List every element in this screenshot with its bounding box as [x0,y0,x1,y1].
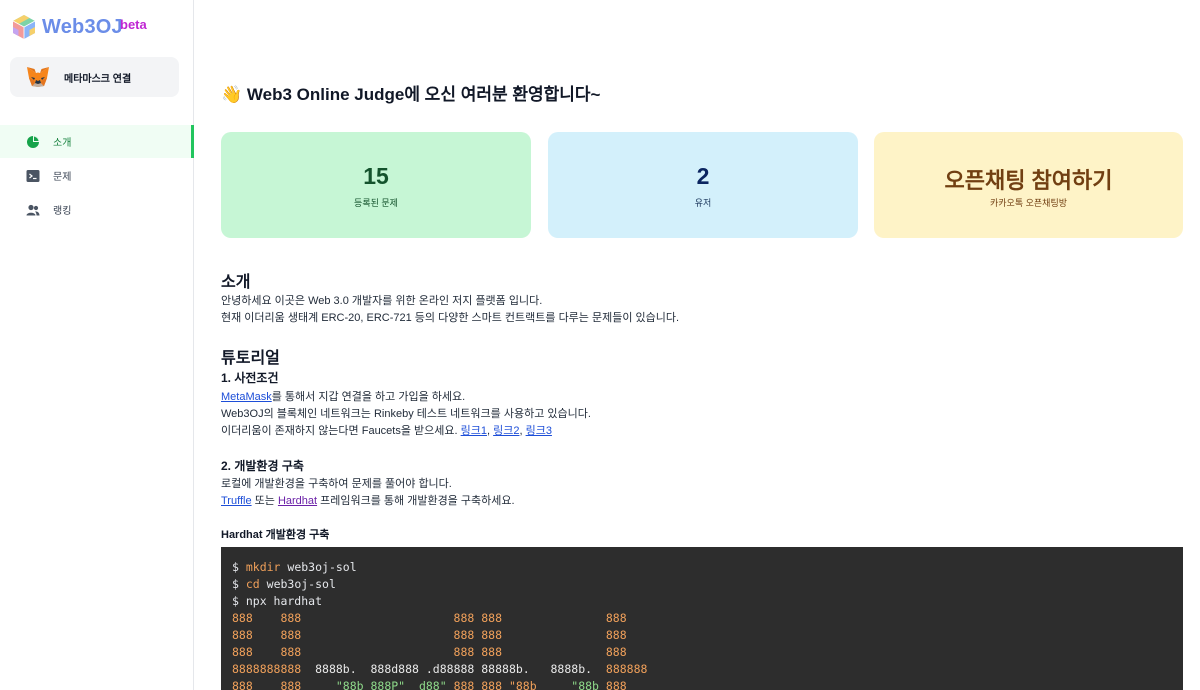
beta-badge: beta [120,17,147,32]
code-block[interactable]: $ mkdir web3oj-sol $ cd web3oj-sol $ npx… [221,547,1183,690]
faucet-link-2[interactable]: 링크2 [493,425,519,437]
open-chat-card[interactable]: 오픈채팅 참여하기 카카오톡 오픈채팅방 [874,132,1183,238]
stat-value: 15 [363,163,389,189]
terminal-icon [26,169,40,183]
faucet-link-1[interactable]: 링크1 [461,425,487,437]
code-arg: web3oj-sol [259,577,336,591]
page-title: 👋 Web3 Online Judge에 오신 여러분 환영합니다~ [221,85,601,104]
intro-line-2: 현재 이더리움 생태계 ERC-20, ERC-721 등의 다양한 스마트 컨… [221,312,680,324]
code-art: "88b [571,679,599,690]
code-keyword: cd [245,577,260,591]
stat-label: 유저 [694,198,712,208]
sidebar-item-label: 소개 [53,138,72,149]
code-line: $ npx hardhat [232,594,323,608]
faucet-link-3[interactable]: 링크3 [526,425,552,437]
code-line: $ mkdir web3oj-sol [232,559,1183,576]
code-line: 888 888 "88b 888P" d88" 888 888 "88b "88… [232,678,1183,690]
or-text: 또는 [251,495,278,507]
pie-chart-icon [26,135,40,149]
code-art: 888 [598,679,627,690]
stat-card-problems: 15 등록된 문제 [221,132,531,238]
step2-line-1: 로컬에 개발환경을 구축하여 문제를 풀어야 합니다. [221,478,452,490]
code-art: 8888888888 [232,662,302,676]
prompt: $ [232,577,246,591]
code-art: "88b 888P" d88" [335,679,447,690]
step2-title: 2. 개발환경 구축 [221,459,304,473]
faucet-text: 이더리움이 존재하지 않는다면 Faucets을 받으세요. [221,425,461,437]
intro-heading: 소개 [221,274,251,291]
main-content: 👋 Web3 Online Judge에 오신 여러분 환영합니다~ 15 등록… [221,0,1183,690]
code-line: 888 888 888 888 888 [232,645,627,659]
step1-line-3: 이더리움이 존재하지 않는다면 Faucets을 받으세요. 링크1, 링크2,… [221,425,552,437]
sidebar-item-label: 문제 [53,172,72,183]
hardhat-setup-heading: Hardhat 개발환경 구축 [221,529,330,541]
intro-line-1: 안녕하세요 이곳은 Web 3.0 개발자를 위한 온라인 저지 플랫폼 입니다… [221,295,543,307]
open-chat-subtitle: 카카오톡 오픈채팅방 [989,198,1068,208]
tutorial-heading: 튜토리얼 [221,350,280,367]
code-art: 8888b. 888d888 .d88888 88888b. 8888b. [301,662,606,676]
metamask-fox-icon [27,67,49,87]
step1-line-1-text: 를 통해서 지갑 연결을 하고 가입을 하세요. [271,391,466,403]
stat-value: 2 [696,163,710,189]
prompt: $ [232,560,246,574]
code-arg: web3oj-sol [280,560,357,574]
step1-line-2: Web3OJ의 블록체인 네트워크는 Rinkeby 테스트 네트워크를 사용하… [221,408,591,420]
code-line: $ cd web3oj-sol [232,576,1183,593]
metamask-link[interactable]: MetaMask [221,391,272,403]
code-art: 888 888 [232,679,336,690]
brand-name: Web3OJ [42,15,123,38]
truffle-link[interactable]: Truffle [221,495,252,507]
sidebar-item-problems[interactable]: 문제 [0,159,194,192]
connect-metamask-button[interactable]: 메타마스크 연결 [10,57,179,97]
sidebar-nav: 소개 문제 랭킹 [0,125,194,227]
connect-metamask-label: 메타마스크 연결 [64,73,132,85]
sidebar-item-label: 랭킹 [53,206,72,217]
stat-card-users: 2 유저 [548,132,858,238]
brand-logo[interactable]: Web3OJ [12,14,123,40]
step2-line-2-text: 프레임워크를 통해 개발환경을 구축하세요. [317,495,515,507]
step2-line-2: Truffle 또는 Hardhat 프레임워크를 통해 개발환경을 구축하세요… [221,492,515,508]
stat-label: 등록된 문제 [354,198,398,208]
cube-logo-icon [12,15,36,39]
code-line: 888 888 888 888 888 [232,628,627,642]
code-keyword: mkdir [245,560,281,574]
app-root: Web3OJ beta 메타마스크 연결 소개 문제 랭킹 👋 Web3 Onl… [0,0,1200,690]
code-art: 888 888 "88b [446,679,572,690]
sidebar: Web3OJ beta 메타마스크 연결 소개 문제 랭킹 [0,0,194,690]
users-icon [26,203,40,217]
code-line: 888 888 888 888 888 [232,611,627,625]
step1-line-1: MetaMask를 통해서 지갑 연결을 하고 가입을 하세요. [221,388,465,404]
step1-title: 1. 사전조건 [221,371,279,385]
sidebar-item-intro[interactable]: 소개 [0,125,194,158]
sidebar-item-ranking[interactable]: 랭킹 [0,193,194,226]
open-chat-title: 오픈채팅 참여하기 [944,168,1113,193]
code-art: 888888 [605,662,648,676]
code-line: 8888888888 8888b. 888d888 .d88888 88888b… [232,661,1183,678]
hardhat-link[interactable]: Hardhat [278,495,317,507]
stats-row: 15 등록된 문제 2 유저 오픈채팅 참여하기 카카오톡 오픈채팅방 [221,132,1183,238]
